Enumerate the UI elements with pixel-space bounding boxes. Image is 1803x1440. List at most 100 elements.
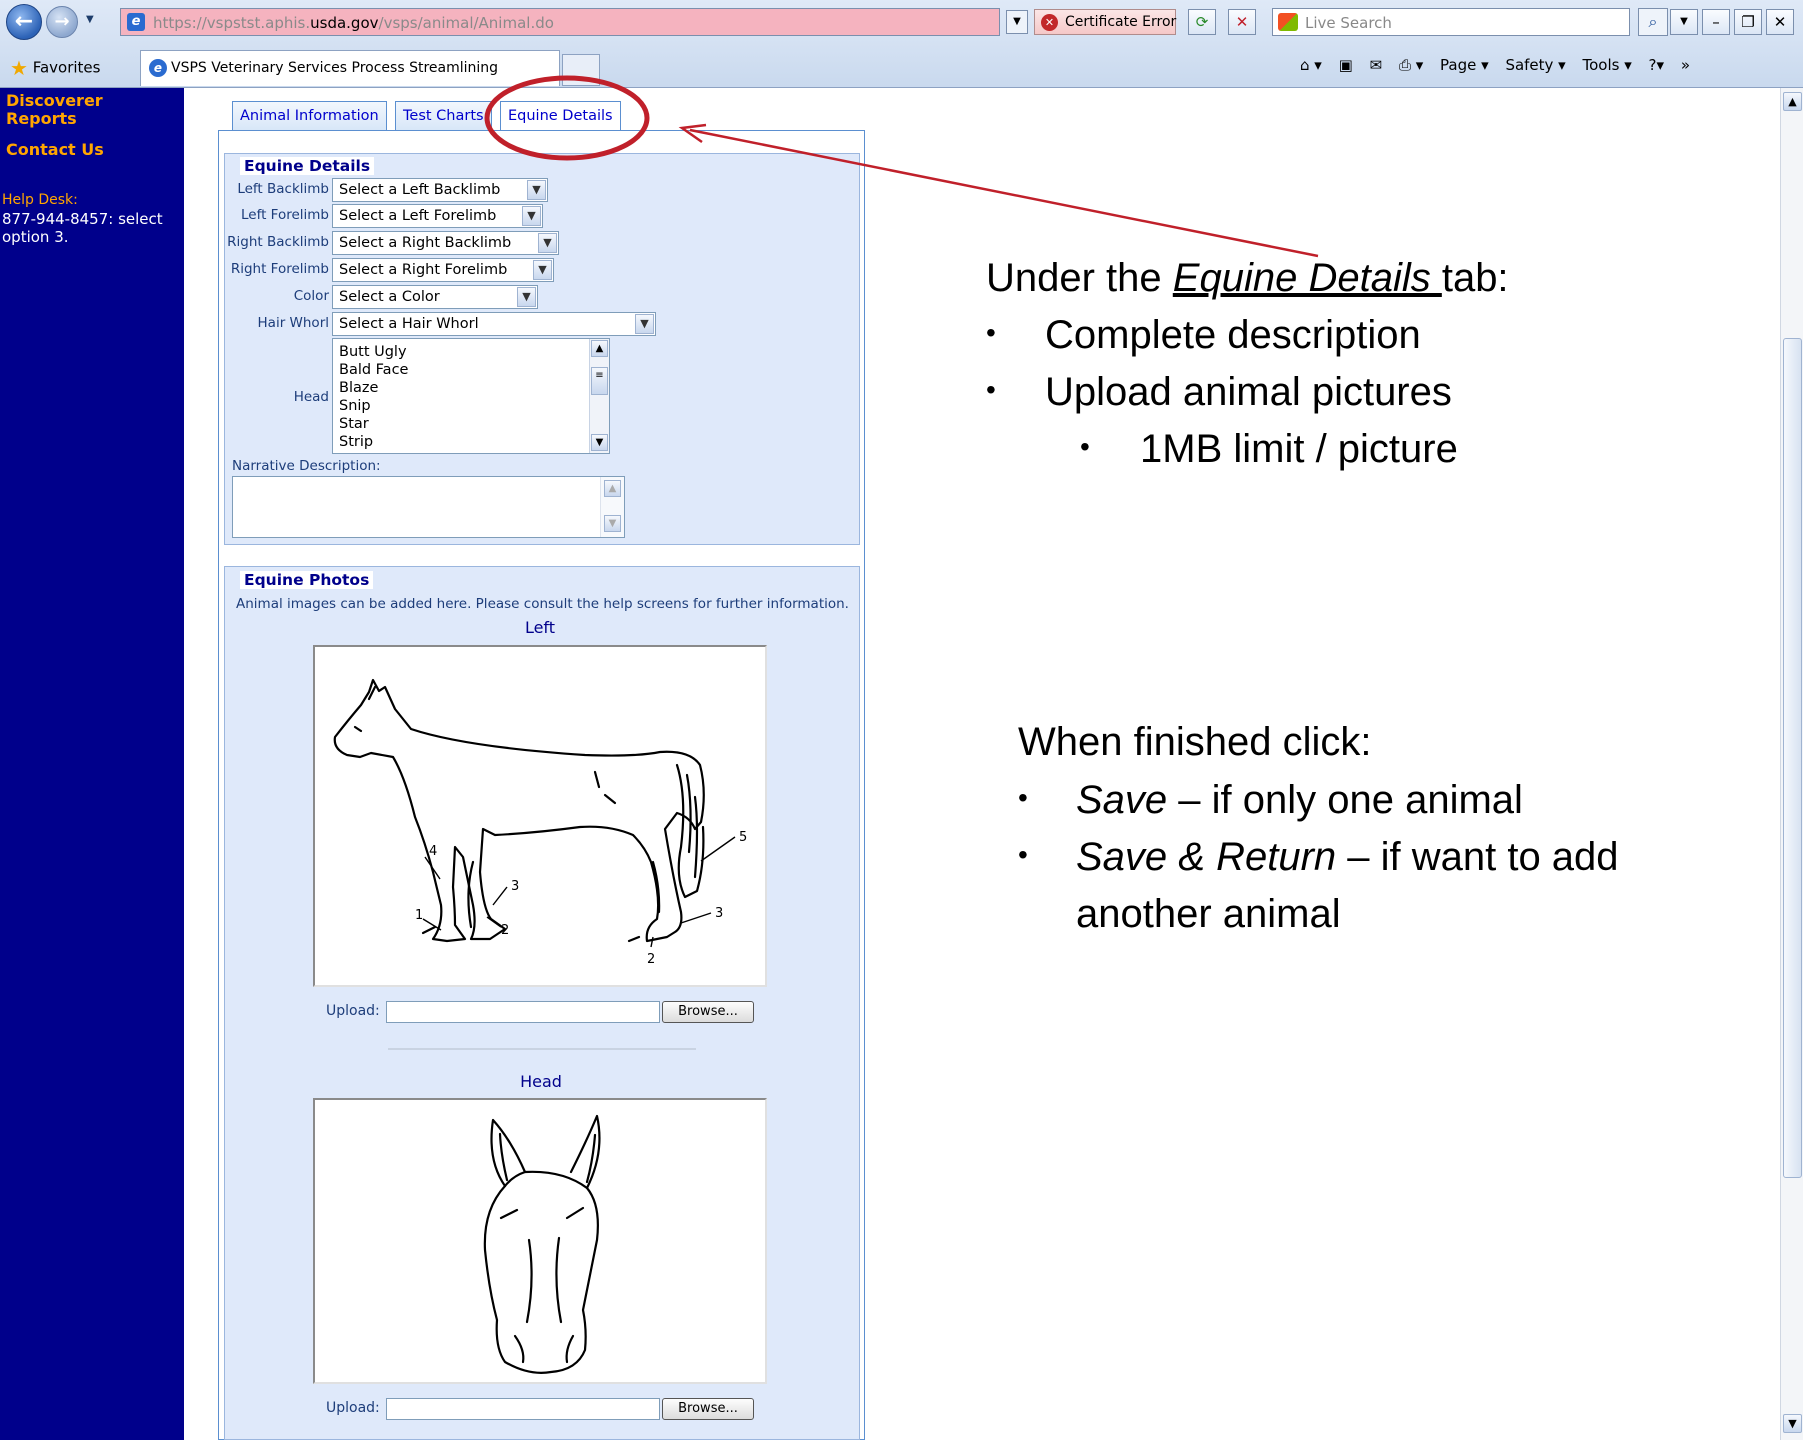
address-url: https://vspstst.aphis.usda.gov/vsps/anim… <box>153 14 554 32</box>
chevron-down-icon: ▼ <box>527 180 546 200</box>
hair-whorl-select[interactable]: Select a Hair Whorl ▼ <box>332 312 656 336</box>
scroll-down-icon[interactable]: ▼ <box>604 515 621 532</box>
scroll-up-icon[interactable]: ▲ <box>591 340 608 357</box>
narrative-scrollbar[interactable]: ▲ ▼ <box>600 477 624 537</box>
tab-animal-information[interactable]: Animal Information <box>232 101 387 131</box>
sidebar-item-contact-us[interactable]: Contact Us <box>6 140 104 159</box>
refresh-icon[interactable]: ⟳ <box>1188 9 1216 35</box>
tab-equine-details[interactable]: Equine Details <box>500 101 621 131</box>
help-desk-text: 877-944-8457: select option 3. <box>2 210 163 246</box>
command-bar: ⌂ ▾ ▣ ✉ ⎙ ▾ Page ▾ Safety ▾ Tools ▾ ?▾ » <box>1300 56 1702 74</box>
search-input[interactable]: Live Search <box>1272 8 1630 36</box>
annotation-finish-heading: When finished click: <box>1018 720 1372 764</box>
horse-side-outline-icon: 4 1 3 2 5 3 2 <box>333 678 747 967</box>
field-label: Right Forelimb <box>230 261 329 277</box>
chevron-down-icon: ▼ <box>635 314 654 334</box>
feeds-icon[interactable]: ▣ <box>1339 56 1353 74</box>
field-label: Right Backlimb <box>227 234 329 250</box>
list-item[interactable]: Bald Face <box>339 361 408 379</box>
annotation-sub-bullet: 1MB limit / picture <box>1140 427 1458 471</box>
section-divider <box>388 1048 696 1050</box>
head-list-scrollbar[interactable]: ▲ ≡ ▼ <box>589 339 609 453</box>
stop-icon[interactable]: ✕ <box>1228 9 1256 35</box>
upload-head-input[interactable] <box>386 1398 660 1420</box>
scroll-up-icon[interactable]: ▲ <box>604 480 621 497</box>
annotation-save-return: Save & Return – if want to add <box>1076 835 1619 879</box>
bullet-icon: • <box>986 374 996 405</box>
ie-tab-icon: e <box>149 59 167 77</box>
narrative-label: Narrative Description: <box>232 458 381 474</box>
address-bar[interactable]: e https://vspstst.aphis.usda.gov/vsps/an… <box>120 8 1000 36</box>
forward-button-icon[interactable]: → <box>46 6 78 38</box>
home-icon[interactable]: ⌂ ▾ <box>1300 56 1322 74</box>
sidebar-item-discoverer-reports[interactable]: Discoverer Reports <box>6 92 176 128</box>
list-item[interactable]: Butt Ugly <box>339 343 407 361</box>
chevron-more-icon[interactable]: » <box>1681 56 1690 74</box>
left-backlimb-select[interactable]: Select a Left Backlimb ▼ <box>332 178 548 202</box>
head-view-diagram <box>313 1098 767 1384</box>
search-icon[interactable]: ⌕ <box>1638 8 1668 36</box>
help-icon[interactable]: ?▾ <box>1649 56 1665 74</box>
minimize-icon[interactable]: – <box>1702 9 1730 35</box>
diagram-label: 3 <box>715 906 723 921</box>
field-label: Left Forelimb <box>240 207 329 223</box>
browse-head-button[interactable]: Browse... <box>662 1398 754 1420</box>
certificate-error-button[interactable]: ✕ Certificate Error <box>1034 9 1176 35</box>
horse-head-outline-icon <box>483 1114 601 1374</box>
tab-test-charts[interactable]: Test Charts <box>395 101 492 131</box>
field-label: Hair Whorl <box>257 315 329 331</box>
back-button-icon[interactable]: ← <box>6 4 42 40</box>
left-forelimb-select[interactable]: Select a Left Forelimb ▼ <box>332 204 543 228</box>
new-tab-button[interactable] <box>562 54 600 86</box>
star-icon: ★ <box>10 56 28 80</box>
annotation-tab-heading: Under the Equine Details tab: <box>986 256 1509 300</box>
head-label: Head <box>293 389 329 405</box>
narrative-textarea[interactable]: ▲ ▼ <box>232 476 625 538</box>
list-item[interactable]: Star <box>339 415 369 433</box>
diagram-label: 4 <box>429 844 437 859</box>
scroll-down-icon[interactable]: ▼ <box>1783 1414 1802 1433</box>
list-item[interactable]: Blaze <box>339 379 378 397</box>
scroll-down-icon[interactable]: ▼ <box>591 434 608 451</box>
close-icon[interactable]: ✕ <box>1766 9 1794 35</box>
upload-left-input[interactable] <box>386 1001 660 1023</box>
restore-icon[interactable]: ❐ <box>1734 9 1762 35</box>
chevron-down-icon: ▼ <box>538 233 557 253</box>
chevron-down-icon: ▼ <box>517 287 536 307</box>
scroll-thumb[interactable] <box>1783 338 1802 1178</box>
list-item[interactable]: Strip <box>339 433 373 451</box>
head-multiselect[interactable]: Butt Ugly Bald Face Blaze Snip Star Stri… <box>332 338 610 454</box>
search-placeholder: Live Search <box>1305 14 1392 32</box>
page-scrollbar[interactable]: ▲ ▼ <box>1780 88 1803 1440</box>
tools-menu[interactable]: Tools ▾ <box>1583 56 1632 74</box>
scroll-thumb[interactable]: ≡ <box>591 367 608 395</box>
right-backlimb-select[interactable]: Select a Right Backlimb ▼ <box>332 231 559 255</box>
diagram-label: 1 <box>415 908 423 923</box>
annotation-save-return-cont: another animal <box>1076 892 1341 936</box>
sidebar: Discoverer Reports Contact Us Help Desk:… <box>0 88 184 1440</box>
right-forelimb-select[interactable]: Select a Right Forelimb ▼ <box>332 258 554 282</box>
annotation-bullet: Complete description <box>1045 313 1421 357</box>
photos-note: Animal images can be added here. Please … <box>236 596 849 612</box>
live-search-logo-icon <box>1278 13 1298 31</box>
browser-tab-title: VSPS Veterinary Services Process Streaml… <box>171 60 499 76</box>
address-dropdown-icon[interactable]: ▼ <box>1006 10 1028 34</box>
safety-menu[interactable]: Safety ▾ <box>1505 56 1565 74</box>
list-item[interactable]: Snip <box>339 397 371 415</box>
color-select[interactable]: Select a Color ▼ <box>332 285 538 309</box>
browser-tab[interactable]: e VSPS Veterinary Services Process Stream… <box>140 50 560 86</box>
scroll-up-icon[interactable]: ▲ <box>1783 92 1802 111</box>
browser-chrome: ← → ▼ e https://vspstst.aphis.usda.gov/v… <box>0 0 1803 88</box>
diagram-label: 2 <box>501 923 509 938</box>
mail-icon[interactable]: ✉ <box>1370 56 1383 74</box>
history-dropdown-icon[interactable]: ▼ <box>86 14 94 25</box>
upload-label: Upload: <box>326 1400 380 1416</box>
help-desk-label: Help Desk: <box>2 192 78 208</box>
page-menu[interactable]: Page ▾ <box>1440 56 1489 74</box>
browse-left-button[interactable]: Browse... <box>662 1001 754 1023</box>
search-options-icon[interactable]: ▼ <box>1670 9 1698 35</box>
favorites-button[interactable]: ★ Favorites <box>10 56 100 80</box>
bullet-icon: • <box>1080 431 1090 462</box>
print-icon[interactable]: ⎙ ▾ <box>1399 56 1423 74</box>
certificate-error-label: Certificate Error <box>1065 14 1177 30</box>
